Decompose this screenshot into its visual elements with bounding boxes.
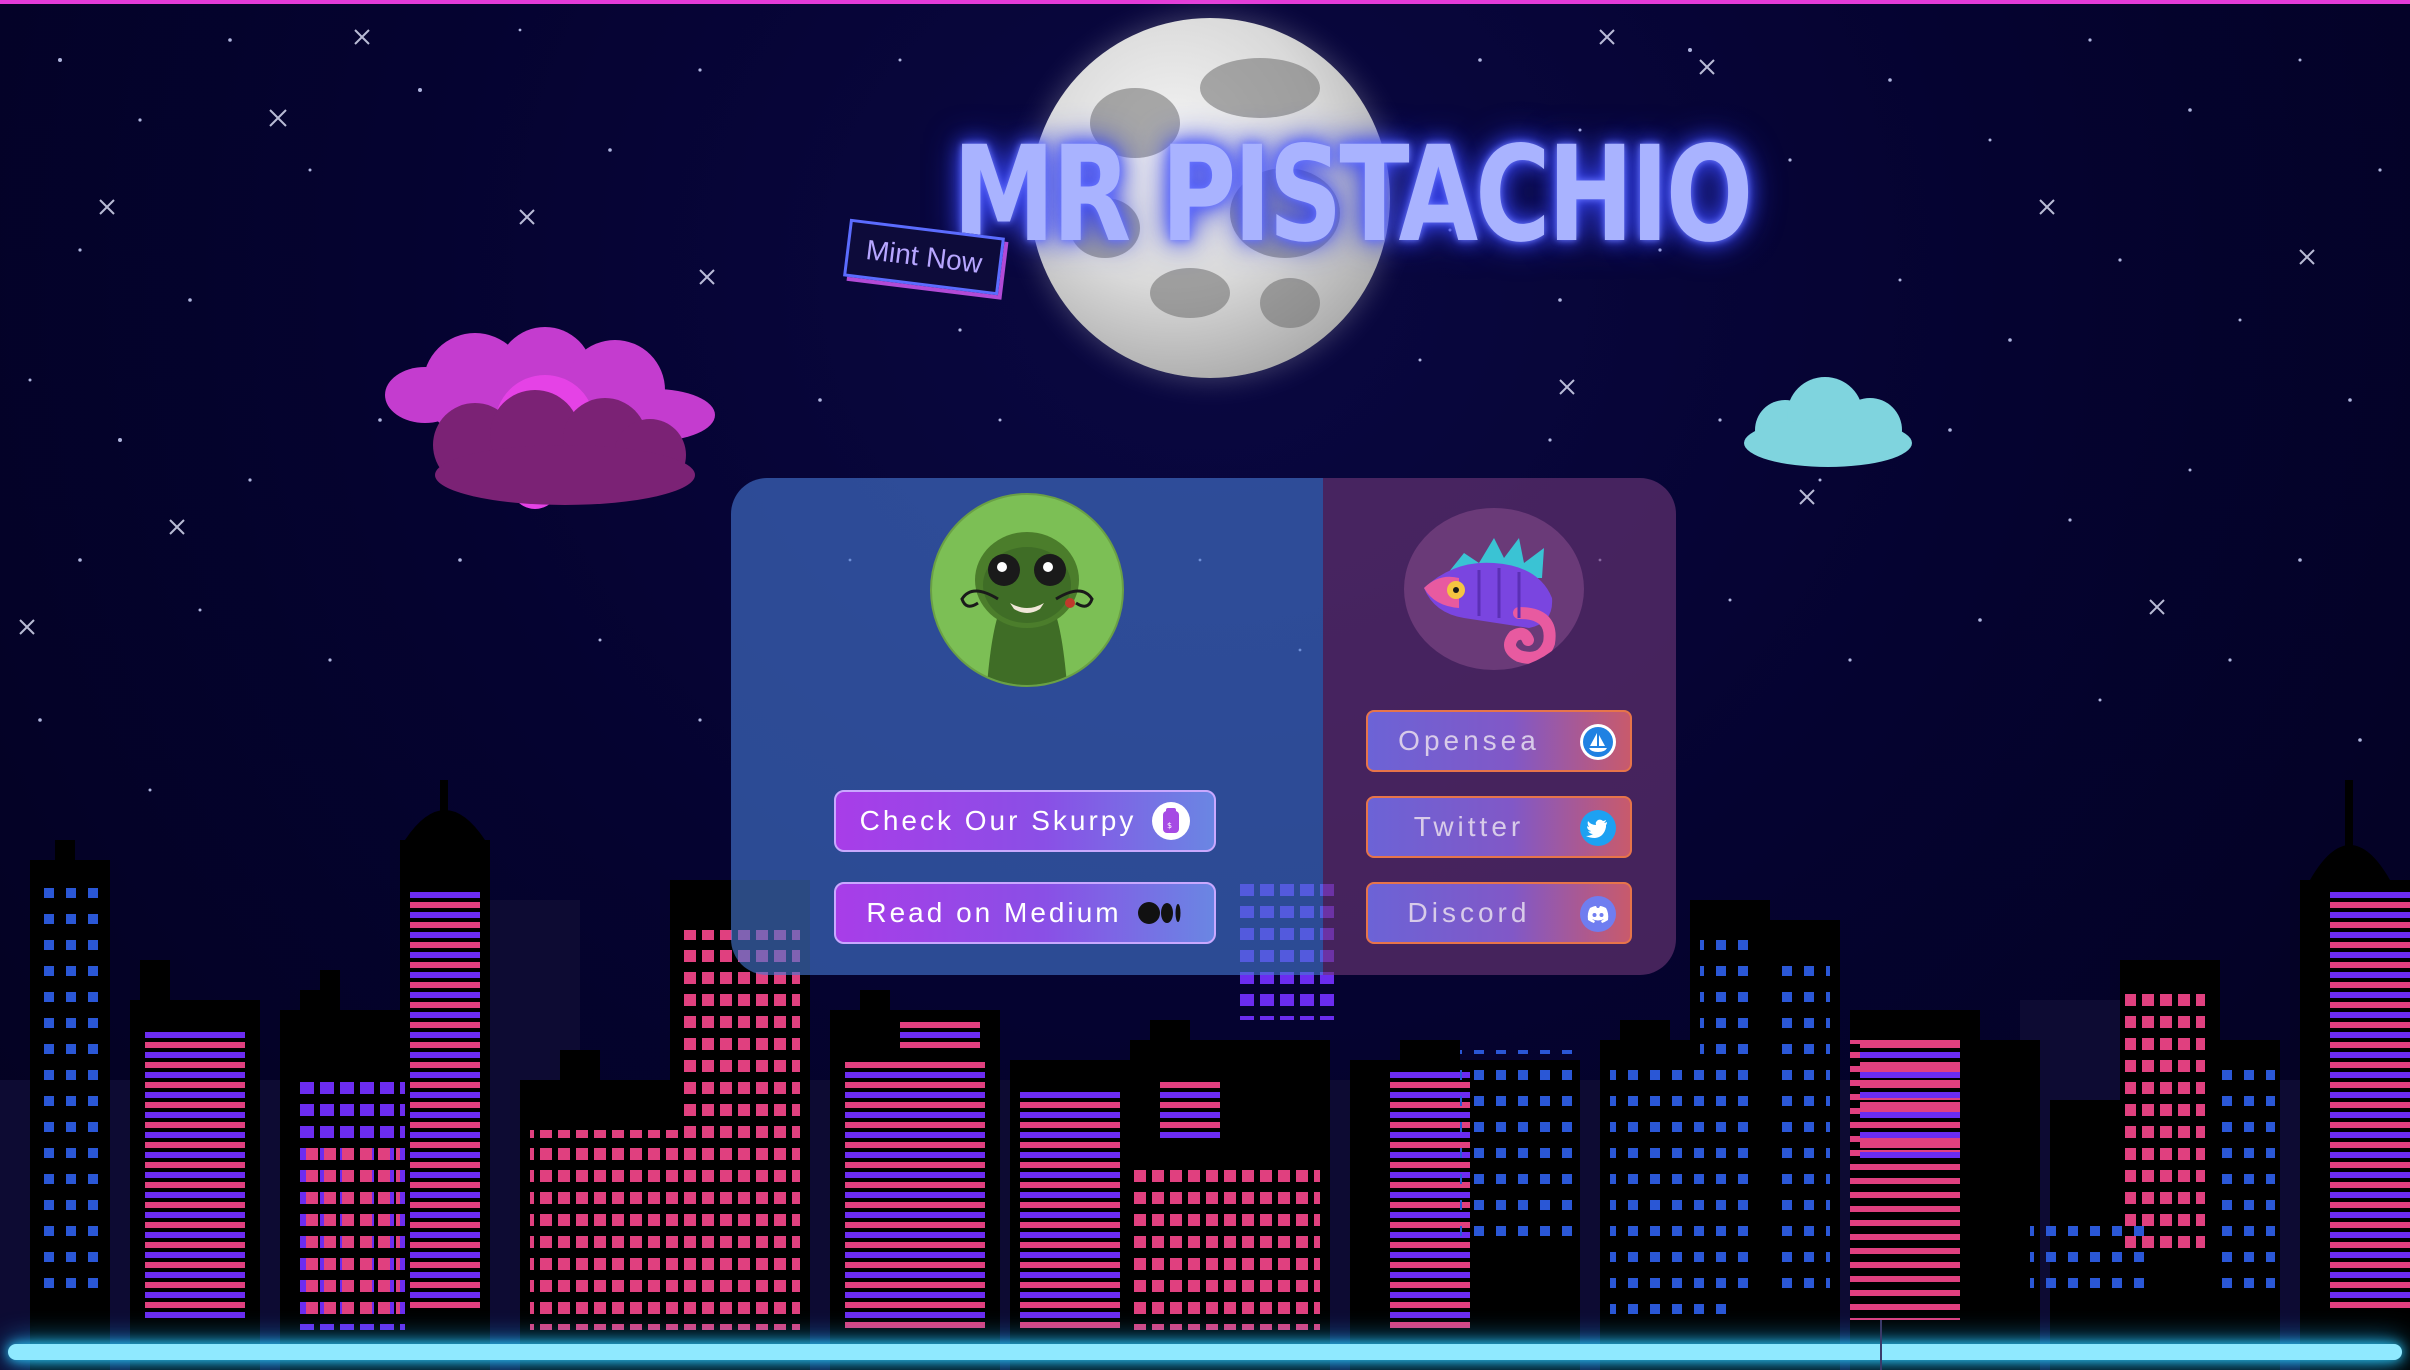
right-panel: Opensea Twitter Discord — [1323, 478, 1676, 975]
opensea-label: Opensea — [1398, 725, 1540, 756]
read-on-medium-button[interactable]: Read on Medium — [834, 882, 1216, 944]
site-title: MR PISTACHIO — [952, 118, 1754, 272]
skurpy-icon: $ — [1152, 802, 1191, 840]
twitter-link-button[interactable]: Twitter — [1366, 796, 1632, 858]
left-panel: Check Our Skurpy $ Read on Medium — [731, 478, 1323, 975]
medium-icon — [1137, 899, 1184, 927]
pink-cloud — [385, 327, 715, 509]
cyan-cloud — [1744, 377, 1912, 467]
chameleon-logo-icon — [1404, 508, 1584, 670]
medium-button-label: Read on Medium — [866, 897, 1122, 928]
discord-icon — [1580, 896, 1616, 932]
twitter-label: Twitter — [1413, 811, 1525, 842]
twitter-icon — [1580, 810, 1616, 846]
svg-text:$: $ — [1167, 821, 1175, 830]
skurpy-button-label: Check Our Skurpy — [859, 805, 1137, 836]
page: MR PISTACHIO Mint Now Check Our Skurpy $… — [0, 0, 2410, 1370]
ground-divider — [1880, 1320, 1882, 1370]
discord-link-button[interactable]: Discord — [1366, 882, 1632, 944]
check-skurpy-button[interactable]: Check Our Skurpy $ — [834, 790, 1216, 852]
opensea-icon — [1580, 724, 1616, 760]
opensea-link-button[interactable]: Opensea — [1366, 710, 1632, 772]
neon-ground-line — [8, 1344, 2402, 1360]
lizard-portrait-icon — [930, 493, 1124, 687]
links-card: Check Our Skurpy $ Read on Medium Opense… — [731, 478, 1676, 975]
discord-label: Discord — [1407, 897, 1531, 928]
